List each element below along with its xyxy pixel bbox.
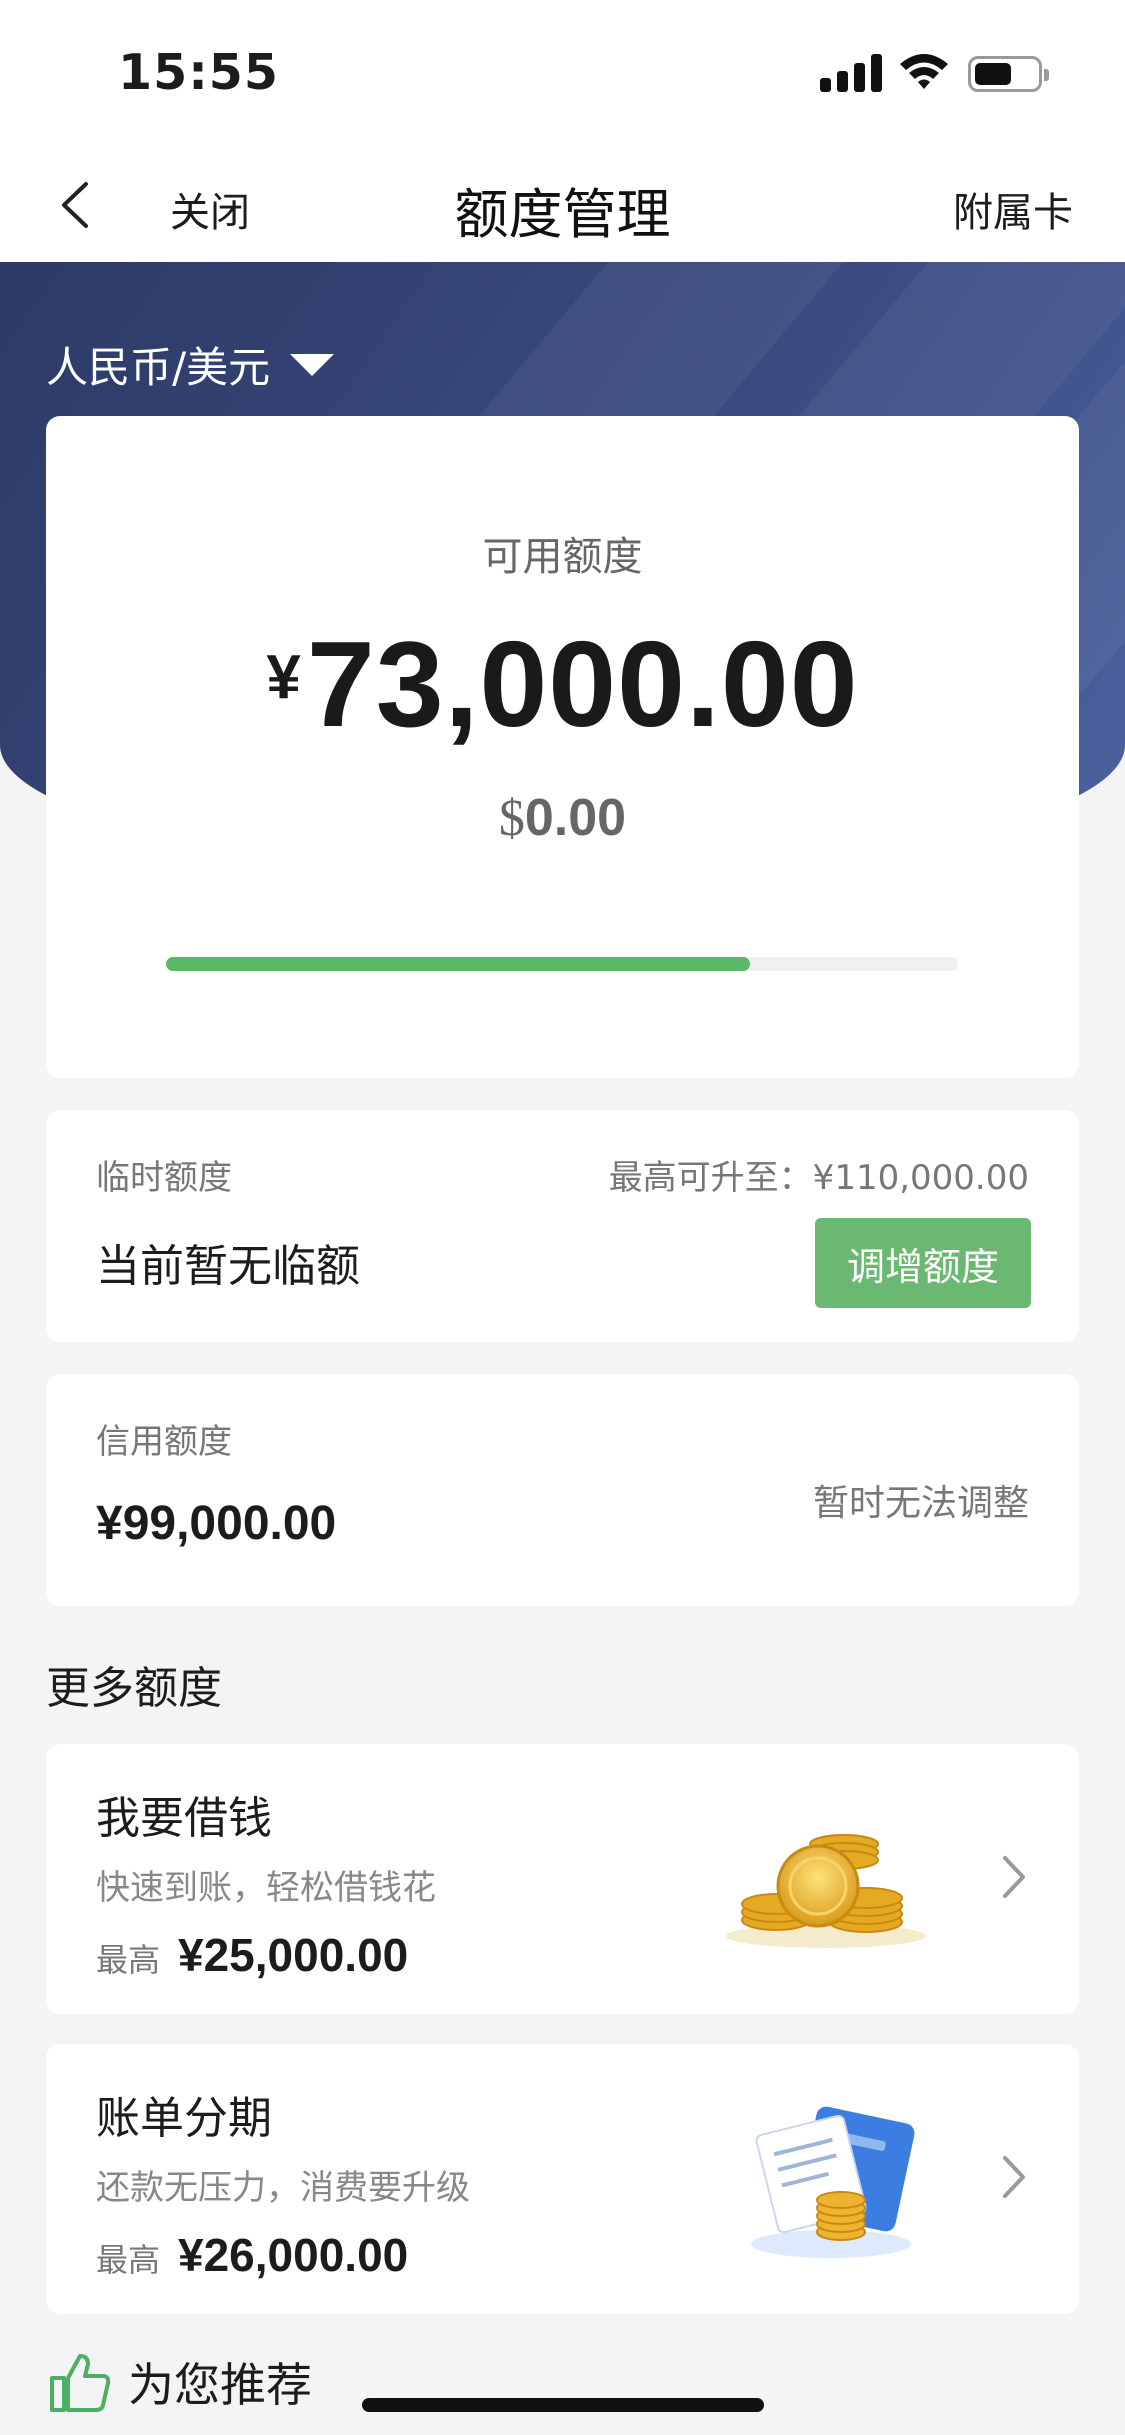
cellular-signal-icon [820, 52, 882, 92]
increase-limit-button[interactable]: 调增额度 [815, 1218, 1031, 1308]
usd-amount: $0.00 [46, 788, 1079, 848]
credit-usage-progress [166, 957, 958, 971]
supplementary-card-button[interactable]: 附属卡 [953, 180, 1073, 238]
credit-limit-status: 暂时无法调整 [812, 1483, 1029, 1524]
usd-symbol: $ [498, 790, 525, 847]
offer-title: 我要借钱 [96, 1793, 272, 1844]
battery-icon [968, 56, 1049, 92]
usd-value: 0.00 [524, 789, 627, 847]
offer-title: 账单分期 [96, 2093, 272, 2144]
offer-description: 快速到账，轻松借钱花 [96, 1868, 436, 1908]
chevron-right-icon [1003, 2156, 1025, 2198]
status-bar: 15:55 [0, 0, 1125, 150]
cny-symbol: ¥ [266, 643, 301, 712]
temporary-credit-max: 最高可升至：¥110,000.00 [608, 1158, 1029, 1198]
thumbs-up-icon [50, 2354, 111, 2412]
wifi-icon [900, 54, 948, 89]
offer-max: 最高 ¥26,000.00 [96, 2228, 408, 2282]
page: 15:55 关闭 额度管理 附属卡 人民币/美元 可用额度 ¥73,000.00… [0, 0, 1125, 2435]
offer-max-label: 最高 [96, 1941, 161, 1979]
temporary-credit-label: 临时额度 [96, 1158, 232, 1198]
nav-bar: 关闭 额度管理 附属卡 [0, 150, 1125, 262]
recommend-section-header: 为您推荐 [46, 2348, 312, 2416]
recommend-label: 为您推荐 [128, 2358, 312, 2412]
available-credit-card: 可用额度 ¥73,000.00 $0.00 [46, 416, 1079, 1078]
currency-selector[interactable]: 人民币/美元 [46, 334, 335, 395]
coins-stack-icon [726, 1834, 926, 1948]
more-credit-title: 更多额度 [46, 1663, 222, 1714]
offer-max: 最高 ¥25,000.00 [96, 1928, 408, 1982]
available-credit-value: 73,000.00 [306, 616, 859, 752]
available-credit-label: 可用额度 [482, 534, 643, 580]
offer-max-label: 最高 [96, 2241, 161, 2279]
temporary-credit-card: 临时额度 最高可升至：¥110,000.00 当前暂无临额 调增额度 [46, 1110, 1079, 1342]
offer-item-installment[interactable]: 账单分期 还款无压力，消费要升级 最高 ¥26,000.00 [46, 2044, 1079, 2314]
bill-card-coins-icon [751, 2106, 915, 2258]
available-credit-amount: ¥73,000.00 [46, 614, 1079, 754]
credit-limit-value: ¥99,000.00 [96, 1497, 337, 1550]
credit-usage-progress-fill [166, 957, 750, 971]
home-indicator [362, 2398, 764, 2412]
credit-limit-label: 信用额度 [96, 1422, 232, 1462]
offer-description: 还款无压力，消费要升级 [96, 2168, 470, 2208]
chevron-right-icon [1003, 1856, 1025, 1898]
currency-selector-label: 人民币/美元 [46, 343, 271, 392]
offer-item-loan[interactable]: 我要借钱 快速到账，轻松借钱花 最高 ¥25,000.00 [46, 1744, 1079, 2014]
offer-max-value: ¥25,000.00 [178, 1929, 409, 1981]
temporary-credit-value: 当前暂无临额 [96, 1241, 360, 1292]
status-time: 15:55 [118, 44, 279, 101]
caret-down-icon [290, 353, 335, 376]
offer-max-value: ¥26,000.00 [178, 2229, 409, 2281]
credit-limit-card: 信用额度 ¥99,000.00 暂时无法调整 [46, 1374, 1079, 1606]
